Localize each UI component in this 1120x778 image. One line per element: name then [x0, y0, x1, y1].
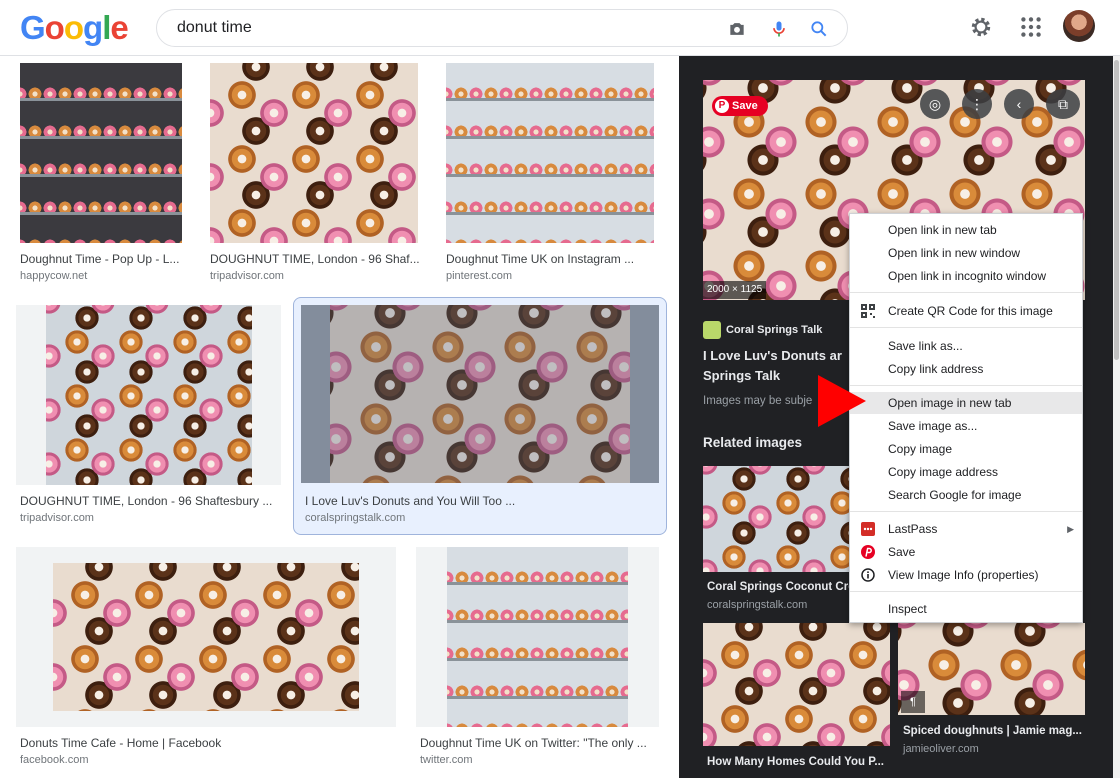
- menu-copy-image[interactable]: Copy image: [850, 438, 1082, 460]
- result-thumbnail[interactable]: [210, 63, 418, 243]
- menu-item-label: LastPass: [888, 522, 938, 536]
- result-source: tripadvisor.com: [20, 512, 94, 524]
- submenu-arrow-icon: ▶: [1067, 524, 1074, 534]
- pinterest-save-button[interactable]: P Save: [712, 96, 768, 116]
- menu-view-image-info[interactable]: View Image Info (properties): [850, 564, 1082, 586]
- result-thumbnail[interactable]: [301, 305, 659, 483]
- menu-save-link-as[interactable]: Save link as...: [850, 335, 1082, 357]
- menu-separator: [850, 327, 1082, 328]
- result-card[interactable]: Doughnut Time UK on Twitter: "The only .…: [416, 547, 666, 772]
- result-title[interactable]: Doughnut Time UK on Twitter: "The only .…: [420, 736, 660, 750]
- result-source: coralspringstalk.com: [305, 512, 406, 524]
- related-title[interactable]: How Many Homes Could You P...: [707, 756, 890, 768]
- menu-open-image-new-tab[interactable]: Open image in new tab: [850, 392, 1082, 414]
- result-source: facebook.com: [20, 754, 89, 766]
- menu-copy-link-address[interactable]: Copy link address: [850, 358, 1082, 380]
- menu-separator: [850, 591, 1082, 592]
- search-box: [156, 9, 848, 47]
- visual-search-icon[interactable]: ⧉: [1046, 89, 1080, 119]
- lens-icon[interactable]: ◎: [920, 89, 950, 119]
- result-title[interactable]: Doughnut Time UK on Instagram ...: [446, 252, 656, 266]
- camera-icon[interactable]: [727, 19, 747, 39]
- image-dimensions: 2000 × 1125: [703, 281, 767, 299]
- google-logo[interactable]: Google: [20, 9, 129, 47]
- related-title[interactable]: Spiced doughnuts | Jamie mag...: [903, 725, 1083, 737]
- menu-item-label: Create QR Code for this image: [888, 304, 1053, 318]
- menu-separator: [850, 292, 1082, 293]
- site-favicon-icon: [703, 321, 721, 339]
- menu-separator: [850, 511, 1082, 512]
- logo-letter: g: [83, 9, 103, 46]
- related-thumbnail[interactable]: [703, 623, 890, 746]
- search-icon[interactable]: [809, 19, 829, 39]
- menu-open-link-incognito[interactable]: Open link in incognito window: [850, 265, 1082, 287]
- result-thumbnail[interactable]: [416, 547, 659, 727]
- menu-copy-image-address[interactable]: Copy image address: [850, 461, 1082, 483]
- logo-letter: o: [44, 9, 65, 46]
- result-title[interactable]: DOUGHNUT TIME, London - 96 Shaftesbury .…: [20, 494, 280, 508]
- top-bar: Google: [0, 0, 1120, 56]
- related-thumbnail[interactable]: [898, 623, 1085, 715]
- related-thumbnail[interactable]: [703, 466, 849, 572]
- result-title[interactable]: Donuts Time Cafe - Home | Facebook: [20, 736, 380, 750]
- menu-inspect[interactable]: Inspect: [850, 598, 1082, 620]
- logo-letter: e: [110, 9, 128, 46]
- result-title[interactable]: I Love Luv's Donuts and You Will Too ...: [305, 494, 645, 508]
- apps-icon[interactable]: [1018, 14, 1044, 40]
- logo-letter: G: [20, 9, 46, 46]
- menu-separator: [850, 385, 1082, 386]
- pinterest-save-label: Save: [732, 100, 758, 112]
- menu-open-link-new-window[interactable]: Open link in new window: [850, 242, 1082, 264]
- result-source: pinterest.com: [446, 270, 513, 282]
- context-menu: Open link in new tab Open link in new wi…: [849, 213, 1083, 623]
- pinterest-icon: P: [715, 99, 729, 113]
- gear-icon[interactable]: [968, 14, 994, 40]
- panel-scrollbar[interactable]: [1113, 56, 1120, 778]
- menu-lastpass[interactable]: LastPass ▶: [850, 518, 1082, 540]
- menu-save-image-as[interactable]: Save image as...: [850, 415, 1082, 437]
- related-images-heading: Related images: [703, 435, 803, 450]
- result-card[interactable]: DOUGHNUT TIME, London - 96 Shaf... tripa…: [210, 63, 430, 283]
- menu-open-link-new-tab[interactable]: Open link in new tab: [850, 219, 1082, 241]
- menu-item-label: Save: [888, 545, 916, 559]
- info-icon: [861, 568, 875, 582]
- result-card[interactable]: DOUGHNUT TIME, London - 96 Shaftesbury .…: [16, 305, 286, 530]
- more-options-icon[interactable]: ⋮: [962, 89, 992, 119]
- result-thumbnail[interactable]: [446, 63, 654, 243]
- result-thumbnail[interactable]: [16, 305, 281, 485]
- microphone-icon[interactable]: [769, 19, 789, 39]
- menu-pinterest-save[interactable]: Save: [850, 541, 1082, 563]
- result-card-selected[interactable]: I Love Luv's Donuts and You Will Too ...…: [301, 305, 661, 530]
- result-card[interactable]: Doughnut Time UK on Instagram ... pinter…: [446, 63, 666, 283]
- related-source: jamieoliver.com: [903, 743, 979, 755]
- red-pointer-arrow-icon: [818, 375, 866, 427]
- menu-item-label: View Image Info (properties): [888, 568, 1039, 582]
- logo-letter: o: [63, 9, 84, 46]
- menu-search-google-for-image[interactable]: Search Google for image: [850, 484, 1082, 506]
- previous-icon[interactable]: ‹: [1004, 89, 1034, 119]
- search-input[interactable]: [177, 17, 717, 39]
- result-card[interactable]: Donuts Time Cafe - Home | Facebook faceb…: [16, 547, 398, 772]
- result-title[interactable]: Doughnut Time - Pop Up - L...: [20, 252, 182, 266]
- result-card[interactable]: Doughnut Time - Pop Up - L... happycow.n…: [20, 63, 200, 283]
- result-thumbnail[interactable]: [16, 547, 396, 727]
- menu-create-qr-code[interactable]: Create QR Code for this image: [850, 300, 1082, 322]
- pinterest-icon: [861, 545, 875, 559]
- logo-letter: l: [102, 9, 111, 46]
- site-name[interactable]: Coral Springs Talk: [726, 324, 822, 336]
- recipe-badge-icon: ¶: [901, 691, 925, 713]
- result-source: tripadvisor.com: [210, 270, 284, 282]
- result-source: twitter.com: [420, 754, 473, 766]
- result-source: happycow.net: [20, 270, 88, 282]
- avatar[interactable]: [1063, 10, 1095, 42]
- qr-code-icon: [861, 304, 875, 318]
- lastpass-icon: [861, 522, 875, 536]
- result-title[interactable]: DOUGHNUT TIME, London - 96 Shaf...: [210, 252, 420, 266]
- related-source: coralspringstalk.com: [707, 599, 808, 611]
- related-title[interactable]: Coral Springs Coconut Cre: [707, 581, 849, 593]
- result-thumbnail[interactable]: [20, 63, 182, 243]
